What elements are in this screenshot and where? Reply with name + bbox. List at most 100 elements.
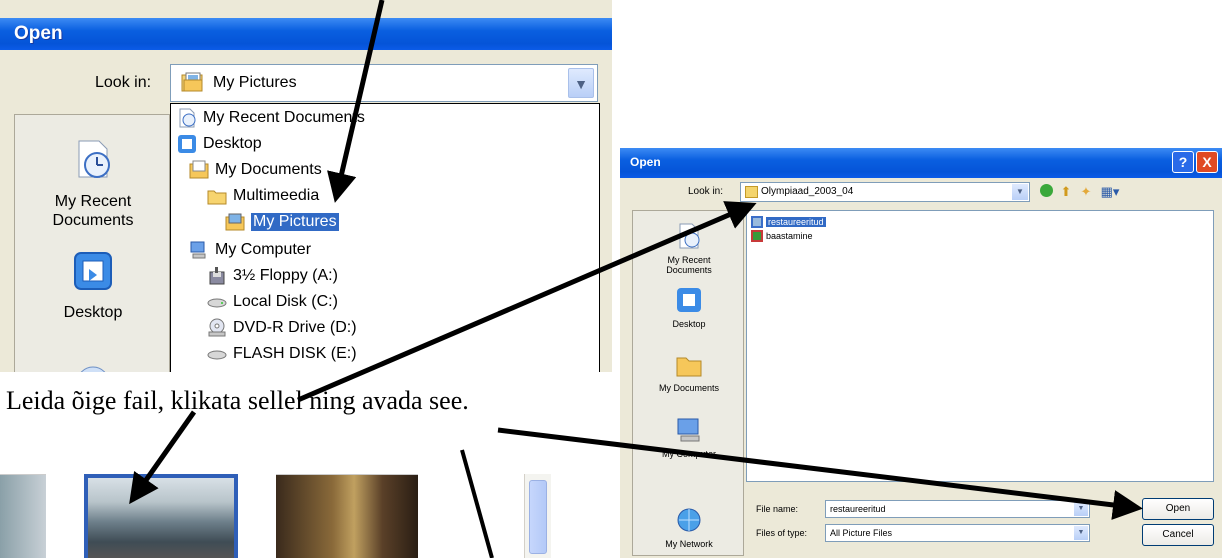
folder-icon (745, 186, 758, 198)
tree-item-label: Desktop (203, 135, 262, 152)
dvd-drive-icon (208, 318, 226, 337)
title-bar: Open (0, 18, 612, 50)
desktop-icon (178, 135, 196, 153)
tree-item-my-pictures[interactable]: My Pictures (225, 210, 339, 234)
place-label: Desktop (63, 304, 123, 321)
tree-item-local-disk[interactable]: Local Disk (C:) (207, 290, 338, 314)
chevron-down-icon[interactable]: ▼ (1074, 526, 1088, 540)
new-folder-icon[interactable]: ✦ (1078, 184, 1094, 200)
title-bar: Open ? X (620, 148, 1222, 178)
my-pictures-icon (225, 213, 245, 231)
chevron-down-icon[interactable]: ▼ (1074, 502, 1088, 516)
tree-item-label: 3½ Floppy (A:) (233, 267, 338, 284)
tree-item-label: My Computer (215, 241, 312, 258)
my-computer-icon (190, 241, 206, 259)
chevron-down-icon[interactable]: ▼ (1012, 184, 1028, 200)
up-folder-icon[interactable]: ⬆ (1058, 184, 1074, 200)
floppy-icon (209, 267, 225, 285)
open-dialog-small: Open ? X Look in: Olympiaad_2003_04 ▼ ⬆ … (620, 148, 1222, 558)
desktop-icon (74, 252, 112, 290)
my-network-icon (677, 508, 701, 532)
file-name: restaureeritud (766, 217, 826, 227)
removable-disk-icon (207, 350, 227, 360)
file-list: restaureeritud baastamine (746, 210, 1214, 482)
place-my-network[interactable]: My Network (633, 505, 745, 549)
image-file-icon (751, 230, 763, 242)
file-item-restaureeritud[interactable]: restaureeritud (751, 215, 826, 229)
cancel-button[interactable]: Cancel (1142, 524, 1214, 546)
recent-documents-icon (179, 108, 196, 128)
file-type-dropdown[interactable]: All Picture Files ▼ (825, 524, 1090, 542)
look-in-value: Olympiaad_2003_04 (761, 186, 854, 197)
look-in-label: Look in: (688, 186, 724, 197)
my-documents-icon (676, 357, 702, 377)
back-icon[interactable] (1038, 184, 1054, 200)
tree-item-label: Local Disk (C:) (233, 293, 338, 310)
place-my-documents[interactable]: My Documents (633, 349, 745, 393)
dialog-title: Open (14, 23, 63, 44)
file-type-value: All Picture Files (830, 528, 893, 538)
tree-item-label: FLASH DISK (E:) (233, 345, 357, 362)
my-documents-icon (80, 366, 106, 372)
file-name-value: restaureeritud (830, 504, 886, 514)
place-label: My Recent Documents (52, 193, 134, 229)
tree-item-label-selected: My Pictures (251, 213, 339, 231)
my-computer-icon (677, 418, 700, 442)
place-my-documents[interactable] (15, 359, 171, 372)
tree-item-floppy[interactable]: 3½ Floppy (A:) (207, 264, 338, 288)
my-documents-icon (189, 160, 209, 179)
place-my-computer[interactable]: My Computer (633, 415, 745, 459)
place-desktop[interactable]: Desktop (633, 285, 745, 329)
tree-item-desktop[interactable]: Desktop (177, 132, 262, 156)
look-in-dropdown[interactable]: My Pictures ▼ (170, 64, 598, 102)
close-button[interactable]: X (1196, 151, 1218, 173)
file-item-baastamine[interactable]: baastamine (751, 229, 813, 243)
place-label: Desktop (672, 319, 706, 329)
place-label: My Documents (658, 383, 720, 393)
place-my-recent-documents[interactable]: My Recent Documents (15, 135, 171, 230)
file-name-label: File name: (756, 504, 799, 514)
dialog-title: Open (630, 155, 661, 169)
folder-icon (207, 190, 227, 205)
instruction-caption: Leida õige fail, klikata sellel ning ava… (6, 386, 469, 415)
place-desktop[interactable]: Desktop (15, 247, 171, 322)
help-button[interactable]: ? (1172, 151, 1194, 173)
tree-item-label: My Documents (215, 161, 322, 178)
image-file-icon (751, 216, 763, 228)
place-label: My Computer (661, 449, 716, 459)
recent-documents-icon (679, 223, 700, 249)
look-in-dropdown-list: My Recent Documents Desktop My Documents… (170, 103, 600, 372)
open-button[interactable]: Open (1142, 498, 1214, 520)
photo-thumbnail[interactable] (0, 474, 46, 558)
my-pictures-icon (181, 72, 203, 92)
look-in-label: Look in: (95, 74, 152, 91)
places-bar: My Recent Documents Desktop (14, 114, 170, 372)
tree-item-label: Multimeedia (233, 187, 320, 204)
file-name-input[interactable]: restaureeritud ▼ (825, 500, 1090, 518)
photo-thumbnail-selected[interactable] (84, 474, 238, 558)
scrollbar-thumb[interactable] (529, 480, 547, 554)
hard-disk-icon (207, 298, 227, 308)
tree-item-multimeedia[interactable]: Multimeedia (207, 184, 319, 208)
tree-item-my-documents[interactable]: My Documents (189, 158, 322, 182)
file-type-label: Files of type: (756, 528, 808, 538)
look-in-value: My Pictures (213, 74, 297, 91)
tree-item-my-computer[interactable]: My Computer (189, 238, 311, 262)
recent-documents-icon (78, 140, 110, 178)
place-my-recent-documents[interactable]: My Recent Documents (633, 221, 745, 275)
photo-thumbnail[interactable] (276, 474, 418, 558)
tree-item-label: DVD-R Drive (D:) (233, 319, 357, 336)
tree-item-label: My Recent Documents (203, 109, 365, 126)
open-dialog-large: Open Look in: My Pictures ▼ My Recent Do… (0, 0, 612, 372)
vertical-scrollbar[interactable] (524, 474, 551, 558)
views-menu-icon[interactable]: ▦▾ (1098, 184, 1122, 200)
places-bar: My Recent Documents Desktop My Documents… (632, 210, 744, 556)
file-name: baastamine (766, 231, 813, 241)
tree-item-my-recent-documents[interactable]: My Recent Documents (177, 106, 365, 130)
look-in-dropdown[interactable]: Olympiaad_2003_04 ▼ (740, 182, 1030, 202)
tree-item-flash-disk[interactable]: FLASH DISK (E:) (207, 342, 357, 366)
arrow-down (460, 449, 494, 558)
tree-item-dvd-drive[interactable]: DVD-R Drive (D:) (207, 316, 357, 340)
desktop-icon (677, 288, 701, 312)
chevron-down-icon[interactable]: ▼ (568, 68, 594, 98)
